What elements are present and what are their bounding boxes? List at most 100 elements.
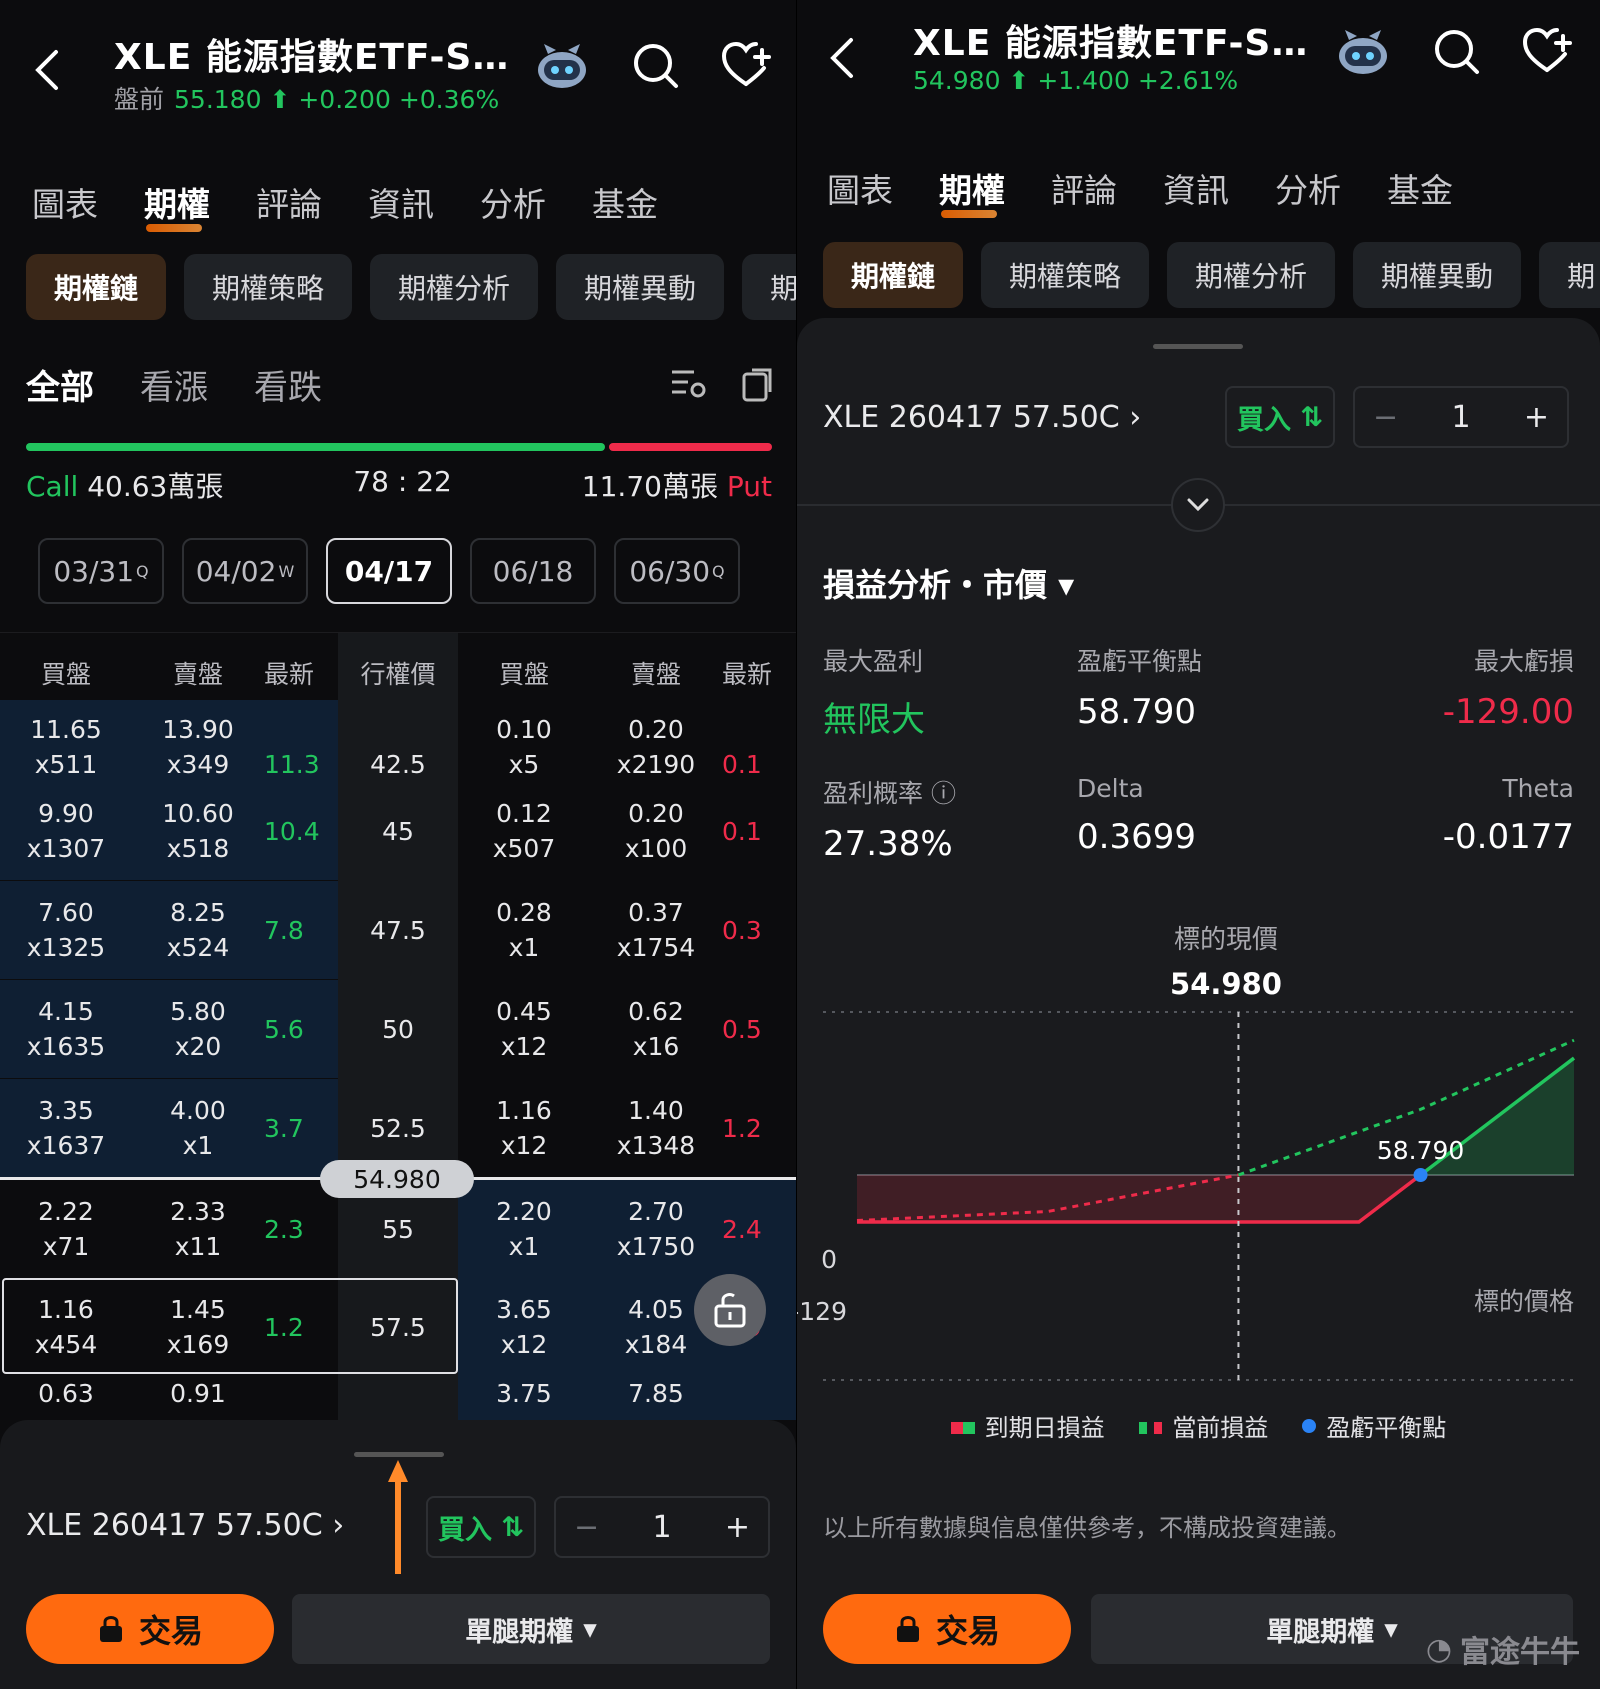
- tab-news[interactable]: 資訊: [1163, 164, 1229, 212]
- tab-chart[interactable]: 圖表: [32, 178, 98, 226]
- tab-options[interactable]: 期權: [939, 164, 1005, 218]
- put-last-cell[interactable]: 0.1: [722, 782, 796, 880]
- call-ask-cell[interactable]: 4.00 x1: [132, 1079, 264, 1177]
- call-bid-cell[interactable]: 9.90 x1307: [0, 782, 132, 880]
- ticker-title[interactable]: XLE 能源指數ETF-S…: [913, 14, 1308, 66]
- chip-option-unusual[interactable]: 期權異動: [1353, 242, 1522, 308]
- call-ask-cell[interactable]: 2.33 x11: [132, 1180, 264, 1278]
- expiry-date-chip[interactable]: 04/02 W: [182, 538, 308, 604]
- strike-cell[interactable]: [338, 1376, 458, 1420]
- unlock-icon[interactable]: [694, 1274, 766, 1346]
- call-ask-cell[interactable]: 13.90 x349: [132, 700, 264, 782]
- call-last-cell[interactable]: [264, 1376, 338, 1420]
- put-ask-cell[interactable]: 0.20 x100: [590, 782, 722, 880]
- call-ask-cell[interactable]: 5.80 x20: [132, 980, 264, 1078]
- tab-fund[interactable]: 基金: [592, 178, 658, 226]
- call-bid-cell[interactable]: 11.65 x511: [0, 700, 132, 782]
- trade-button[interactable]: 交易: [26, 1594, 274, 1664]
- expiry-date-chip[interactable]: 06/18: [470, 538, 596, 604]
- put-last-cell[interactable]: 1.2: [722, 1079, 796, 1177]
- chip-option-strategy[interactable]: 期權策略: [981, 242, 1150, 308]
- tab-fund[interactable]: 基金: [1387, 164, 1453, 212]
- buy-sell-toggle[interactable]: 買入 ⇅: [426, 1496, 536, 1558]
- chip-more[interactable]: 期: [1539, 242, 1600, 308]
- put-bid-cell[interactable]: 0.28 x1: [458, 881, 590, 979]
- tab-news[interactable]: 資訊: [368, 178, 434, 226]
- put-last-cell[interactable]: 2.4: [722, 1180, 796, 1278]
- filter-all[interactable]: 全部: [26, 360, 94, 409]
- tab-comments[interactable]: 評論: [256, 178, 322, 226]
- call-last-cell[interactable]: 7.8: [264, 881, 338, 979]
- put-bid-cell[interactable]: 2.20 x1: [458, 1180, 590, 1278]
- call-bid-cell[interactable]: 4.15 x1635: [0, 980, 132, 1078]
- chip-more[interactable]: 期: [742, 254, 796, 320]
- chain-row[interactable]: 9.90 x1307 10.60 x518 10.4 45 0.12 x507 0.20 x100…: [0, 782, 796, 880]
- sheet-grip[interactable]: [354, 1452, 444, 1457]
- chip-option-strategy[interactable]: 期權策略: [184, 254, 353, 320]
- contract-name[interactable]: XLE 260417 57.50C ›: [823, 400, 1141, 435]
- single-leg-dropdown[interactable]: 單腿期權 ▾: [292, 1594, 770, 1664]
- search-icon[interactable]: [628, 38, 684, 94]
- put-last-cell[interactable]: 0.1: [722, 700, 796, 782]
- strike-cell[interactable]: 45: [338, 782, 458, 880]
- call-bid-cell[interactable]: 3.35 x1637: [0, 1079, 132, 1177]
- filter-calls[interactable]: 看漲: [140, 360, 208, 409]
- put-bid-cell[interactable]: 3.75: [458, 1376, 590, 1420]
- call-last-cell[interactable]: 5.6: [264, 980, 338, 1078]
- put-ask-cell[interactable]: 2.70 x1750: [590, 1180, 722, 1278]
- tab-analysis[interactable]: 分析: [480, 178, 546, 226]
- chain-row[interactable]: 7.60 x1325 8.25 x524 7.8 47.5 0.28 x1 0.37 x1754 0…: [0, 881, 796, 979]
- put-last-cell[interactable]: 0.3: [722, 881, 796, 979]
- call-bid-cell[interactable]: 7.60 x1325: [0, 881, 132, 979]
- put-bid-cell[interactable]: 0.45 x12: [458, 980, 590, 1078]
- chip-option-chain[interactable]: 期權鏈: [823, 242, 964, 308]
- decrease-button[interactable]: −: [574, 1510, 599, 1545]
- back-arrow-icon[interactable]: [823, 28, 859, 88]
- info-icon[interactable]: ⓘ: [931, 779, 956, 808]
- put-bid-cell[interactable]: 3.65 x12: [458, 1278, 590, 1376]
- pnl-section-title[interactable]: 損益分析・市價 ▾: [823, 560, 1074, 606]
- strike-cell[interactable]: 47.5: [338, 881, 458, 979]
- tab-analysis[interactable]: 分析: [1275, 164, 1341, 212]
- call-ask-cell[interactable]: 10.60 x518: [132, 782, 264, 880]
- add-watchlist-heart-icon[interactable]: [718, 38, 774, 94]
- increase-button[interactable]: +: [1524, 400, 1549, 435]
- list-settings-icon[interactable]: [668, 364, 708, 404]
- put-ask-cell[interactable]: 0.37 x1754: [590, 881, 722, 979]
- expand-chevron-icon[interactable]: [1171, 478, 1225, 532]
- call-last-cell[interactable]: 11.3: [264, 700, 338, 782]
- chip-option-analysis[interactable]: 期權分析: [370, 254, 539, 320]
- pnl-chart[interactable]: 標的現價 54.980 58.790 0 -129 標的價格: [797, 900, 1600, 1390]
- quantity-value[interactable]: 1: [652, 1510, 671, 1545]
- search-icon[interactable]: [1429, 24, 1485, 80]
- put-ask-cell[interactable]: 1.40 x1348: [590, 1079, 722, 1177]
- put-last-cell[interactable]: [722, 1376, 796, 1420]
- add-watchlist-heart-icon[interactable]: [1519, 24, 1575, 80]
- tab-chart[interactable]: 圖表: [827, 164, 893, 212]
- tab-options[interactable]: 期權: [144, 178, 210, 232]
- buy-sell-toggle[interactable]: 買入 ⇅: [1225, 386, 1335, 448]
- chain-row[interactable]: 0.63 0.91 3.75 7.85: [0, 1376, 796, 1420]
- put-bid-cell[interactable]: 0.10 x5: [458, 700, 590, 782]
- increase-button[interactable]: +: [725, 1510, 750, 1545]
- chain-row[interactable]: 11.65 x511 13.90 x349 11.3 42.5 0.10 x5 0.20 x219…: [0, 700, 796, 782]
- robot-assistant-icon[interactable]: [534, 38, 590, 94]
- put-bid-cell[interactable]: 1.16 x12: [458, 1079, 590, 1177]
- copy-icon[interactable]: [738, 364, 778, 404]
- put-bid-cell[interactable]: 0.12 x507: [458, 782, 590, 880]
- call-bid-cell[interactable]: 0.63: [0, 1376, 132, 1420]
- filter-puts[interactable]: 看跌: [254, 360, 322, 409]
- strike-cell[interactable]: 50: [338, 980, 458, 1078]
- chain-row[interactable]: 4.15 x1635 5.80 x20 5.6 50 0.45 x12 0.62 x16 0.5: [0, 980, 796, 1078]
- expiry-date-chip[interactable]: 04/17: [326, 538, 452, 604]
- call-ask-cell[interactable]: 0.91: [132, 1376, 264, 1420]
- trade-button[interactable]: 交易: [823, 1594, 1071, 1664]
- strike-cell[interactable]: 42.5: [338, 700, 458, 782]
- contract-name[interactable]: XLE 260417 57.50C ›: [26, 1508, 344, 1543]
- back-arrow-icon[interactable]: [28, 40, 64, 100]
- put-ask-cell[interactable]: 7.85: [590, 1376, 722, 1420]
- chip-option-analysis[interactable]: 期權分析: [1167, 242, 1336, 308]
- tab-comments[interactable]: 評論: [1051, 164, 1117, 212]
- decrease-button[interactable]: −: [1373, 400, 1398, 435]
- call-last-cell[interactable]: 2.3: [264, 1180, 338, 1278]
